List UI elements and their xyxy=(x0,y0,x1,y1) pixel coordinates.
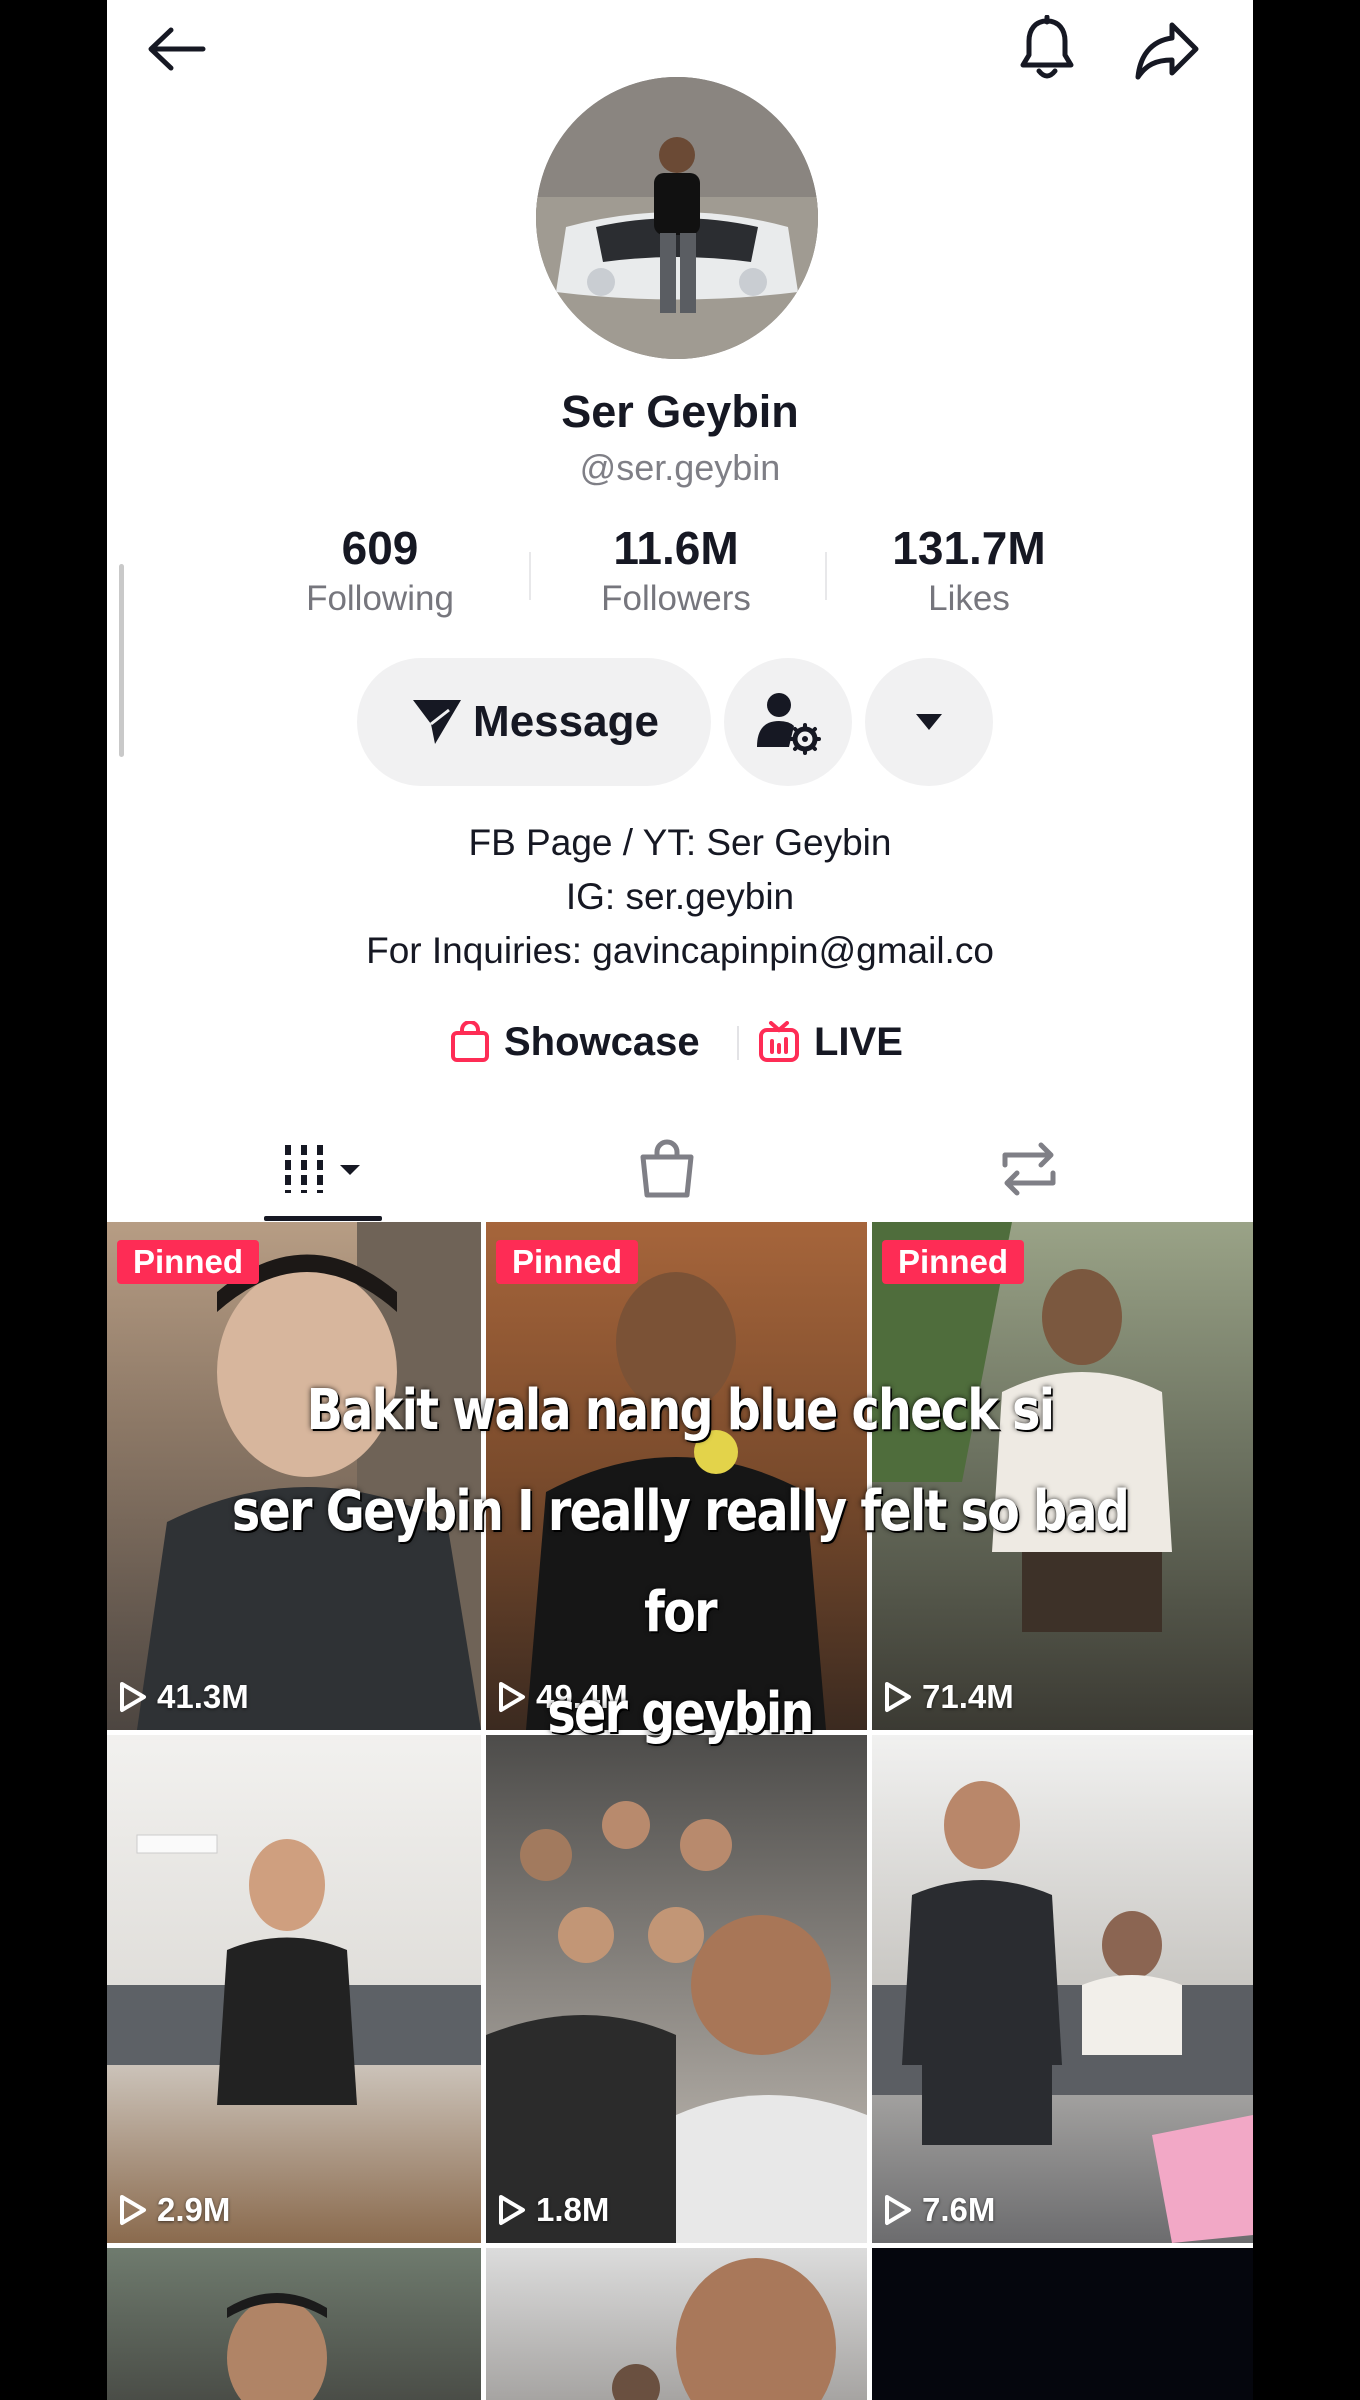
video-thumbnail xyxy=(526,1272,826,1730)
shopping-bag-icon xyxy=(451,1021,489,1062)
video-thumbnail xyxy=(872,1222,1172,1632)
bell-icon xyxy=(1020,15,1074,79)
stat-divider xyxy=(529,552,531,600)
dropdown-triangle-icon xyxy=(916,714,942,730)
view-count-value: 1.8M xyxy=(536,2191,610,2228)
view-count-value: 2.9M xyxy=(157,2191,231,2228)
video-tile[interactable] xyxy=(486,2248,867,2400)
profile-links: Showcase LIVE xyxy=(107,1012,1253,1072)
video-tile[interactable] xyxy=(872,2248,1253,2400)
stat-followers[interactable]: 11.6M Followers xyxy=(556,522,796,619)
view-count-value: 71.4M xyxy=(922,1678,1014,1715)
stat-divider xyxy=(825,552,827,600)
video-thumbnail xyxy=(612,2258,836,2400)
message-button[interactable]: Message xyxy=(357,658,711,786)
video-thumbnail xyxy=(227,2293,327,2400)
video-tile[interactable] xyxy=(107,2248,481,2400)
pinned-badge: Pinned xyxy=(882,1240,1025,1284)
video-grid: Pinned 41.3M Pinned 49.4M Pinned 71.4M 2… xyxy=(107,1222,1253,2400)
send-icon xyxy=(413,700,462,744)
play-icon xyxy=(120,2195,146,2225)
bio-line: For Inquiries: gavincapinpin@gmail.co xyxy=(366,930,994,971)
live-label: LIVE xyxy=(814,1019,903,1064)
profile-actions: Message xyxy=(107,658,1253,788)
play-icon xyxy=(120,1682,146,1712)
more-options-button[interactable] xyxy=(865,658,993,786)
video-tile[interactable]: 2.9M xyxy=(107,1735,481,2243)
stat-label: Likes xyxy=(928,578,1010,618)
avatar-photo xyxy=(536,77,818,359)
video-thumbnail xyxy=(107,1834,481,2105)
stat-label: Following xyxy=(306,578,454,618)
video-tile[interactable]: Pinned 41.3M xyxy=(107,1222,481,1730)
live-tv-icon xyxy=(759,1021,799,1062)
tab-shop[interactable] xyxy=(607,1120,727,1218)
back-button[interactable] xyxy=(137,14,217,84)
add-friend-button[interactable] xyxy=(724,658,852,786)
video-tile[interactable]: Pinned 49.4M xyxy=(486,1222,867,1730)
video-thumbnail xyxy=(486,1801,867,2243)
grid-bars-icon xyxy=(285,1145,360,1193)
video-tile[interactable]: 7.6M xyxy=(872,1735,1253,2243)
username: @ser.geybin xyxy=(579,447,781,488)
bio-line: FB Page / YT: Ser Geybin xyxy=(468,822,892,863)
shopping-bag-icon xyxy=(640,1139,694,1198)
profile-stats: 609 Following 11.6M Followers 131.7M Lik… xyxy=(107,522,1253,632)
play-icon xyxy=(499,2195,525,2225)
play-icon xyxy=(885,1682,911,1712)
bio-line: IG: ser.geybin xyxy=(565,876,795,917)
tab-videos[interactable] xyxy=(262,1120,382,1218)
stat-value: 11.6M xyxy=(613,522,739,574)
avatar[interactable] xyxy=(536,77,818,359)
share-icon xyxy=(1135,22,1199,80)
live-link[interactable]: LIVE xyxy=(758,1012,903,1072)
view-count: 2.9M xyxy=(119,2191,230,2229)
showcase-label: Showcase xyxy=(504,1019,700,1064)
active-tab-indicator xyxy=(264,1216,382,1221)
stat-value: 131.7M xyxy=(892,522,1046,574)
view-count-value: 49.4M xyxy=(536,1678,628,1715)
video-tile[interactable]: 1.8M xyxy=(486,1735,867,2243)
view-count: 71.4M xyxy=(884,1678,1014,1716)
play-icon xyxy=(885,2195,911,2225)
view-count: 41.3M xyxy=(119,1678,249,1716)
stat-likes[interactable]: 131.7M Likes xyxy=(849,522,1089,619)
video-tile[interactable]: Pinned 71.4M xyxy=(872,1222,1253,1730)
display-name: Ser Geybin xyxy=(561,386,799,437)
video-thumbnail xyxy=(137,1222,481,1730)
video-thumbnail xyxy=(872,1781,1253,2243)
content-tabs xyxy=(107,1120,1253,1221)
link-divider xyxy=(737,1026,739,1060)
view-count: 1.8M xyxy=(498,2191,609,2229)
back-arrow-icon xyxy=(148,27,206,71)
view-count-value: 41.3M xyxy=(157,1678,249,1715)
bio: FB Page / YT: Ser Geybin IG: ser.geybin … xyxy=(107,816,1253,978)
view-count-value: 7.6M xyxy=(922,2191,996,2228)
showcase-link[interactable]: Showcase xyxy=(450,1012,700,1072)
view-count: 7.6M xyxy=(884,2191,995,2229)
profile-screen: Ser Geybin @ser.geybin 609 Following 11.… xyxy=(107,0,1253,2400)
repost-icon xyxy=(1002,1142,1056,1196)
view-count: 49.4M xyxy=(498,1678,628,1716)
tab-reposts[interactable] xyxy=(969,1120,1089,1218)
person-gear-icon xyxy=(757,693,821,755)
pinned-badge: Pinned xyxy=(117,1240,260,1284)
share-button[interactable] xyxy=(1127,12,1207,88)
play-icon xyxy=(499,1682,525,1712)
pinned-badge: Pinned xyxy=(496,1240,639,1284)
stat-following[interactable]: 609 Following xyxy=(260,522,500,619)
stat-label: Followers xyxy=(601,578,751,618)
notifications-button[interactable] xyxy=(1007,10,1087,88)
message-button-label: Message xyxy=(473,697,659,746)
stat-value: 609 xyxy=(341,522,419,574)
